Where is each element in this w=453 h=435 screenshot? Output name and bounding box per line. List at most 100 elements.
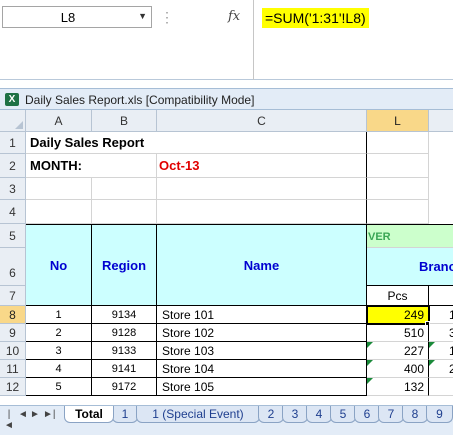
workbook-title-bar: X Daily Sales Report.xls [Compatibility … — [0, 88, 453, 110]
last-sheet-icon[interactable]: ►| — [43, 409, 56, 420]
column-header-l[interactable]: L — [367, 110, 429, 132]
report-title[interactable]: Daily Sales Report — [26, 132, 367, 154]
column-header-c[interactable]: C — [157, 110, 367, 132]
error-indicator-icon — [429, 342, 435, 348]
header-pcs[interactable]: Pcs — [367, 286, 429, 306]
header-partial-ver[interactable]: VER — [367, 224, 453, 248]
spreadsheet-grid[interactable]: A B C L 1 2 3 4 5 6 7 8 9 10 11 12 Daily… — [0, 110, 453, 405]
cell-c4[interactable] — [157, 200, 367, 224]
tab-4[interactable]: 4 — [306, 406, 332, 423]
header-name[interactable]: Name — [157, 224, 367, 306]
tab-1[interactable]: 1 — [112, 406, 138, 423]
row-header-8[interactable]: 8 — [0, 306, 26, 324]
cell-c3[interactable] — [157, 178, 367, 200]
row-header-1[interactable]: 1 — [0, 132, 26, 154]
cell-name[interactable]: Store 105 — [157, 378, 367, 396]
next-sheet-icon[interactable]: ► — [30, 409, 40, 420]
cell-pcs[interactable]: 132 — [367, 378, 429, 396]
cell-name[interactable]: Store 101 — [157, 306, 367, 324]
cell-region[interactable]: 9141 — [92, 360, 157, 378]
cell-pcs-value: 227 — [403, 344, 424, 358]
previous-sheet-icon[interactable]: ◄ — [18, 409, 28, 420]
month-label[interactable]: MONTH: — [26, 154, 157, 178]
row-header-11[interactable]: 11 — [0, 360, 26, 378]
excel-icon: X — [5, 93, 19, 106]
cell-no[interactable]: 5 — [26, 378, 92, 396]
cell-m[interactable] — [429, 378, 453, 396]
cell-region[interactable]: 9134 — [92, 306, 157, 324]
tab-3[interactable]: 3 — [282, 406, 308, 423]
cell-l1[interactable] — [367, 132, 429, 154]
cell-m-value: 2 — [449, 362, 453, 376]
row-header-3[interactable]: 3 — [0, 178, 26, 200]
month-value[interactable]: Oct-13 — [157, 154, 367, 178]
row-header-4[interactable]: 4 — [0, 200, 26, 224]
column-header-b[interactable]: B — [92, 110, 157, 132]
cell-no[interactable]: 2 — [26, 324, 92, 342]
row-header-7[interactable]: 7 — [0, 286, 26, 306]
chevron-down-icon[interactable]: ▼ — [138, 11, 147, 21]
first-sheet-icon[interactable]: |◄ — [4, 409, 14, 431]
tab-6[interactable]: 6 — [354, 406, 380, 423]
tab-7[interactable]: 7 — [378, 406, 404, 423]
workbook-title: Daily Sales Report.xls [Compatibility Mo… — [25, 93, 255, 107]
cell-m7[interactable] — [429, 286, 453, 306]
cell-name[interactable]: Store 104 — [157, 360, 367, 378]
tab-1-special-event[interactable]: 1 (Special Event) — [136, 406, 260, 423]
tab-8[interactable]: 8 — [402, 406, 428, 423]
row-header-12[interactable]: 12 — [0, 378, 26, 396]
formula-bar: L8 ▼ ⋮ fx =SUM('1:31'!L8) — [0, 0, 453, 80]
cell-m[interactable]: 1 — [429, 342, 453, 360]
cell-a4[interactable] — [26, 200, 92, 224]
cell-m[interactable]: 2 — [429, 360, 453, 378]
tab-2[interactable]: 2 — [258, 406, 284, 423]
cell-region[interactable]: 9133 — [92, 342, 157, 360]
select-all-button[interactable] — [0, 110, 26, 132]
column-header-a[interactable]: A — [26, 110, 92, 132]
row-header-10[interactable]: 10 — [0, 342, 26, 360]
cell-pcs-selected[interactable]: 249 — [366, 305, 430, 325]
formula-input[interactable]: =SUM('1:31'!L8) — [262, 8, 369, 28]
sheet-tab-bar: |◄ ◄ ► ►| Total 1 1 (Special Event) 2 3 … — [0, 405, 453, 435]
header-brand[interactable]: Branc — [367, 248, 453, 286]
cell-m-value: 1 — [449, 344, 453, 358]
cell-b4[interactable] — [92, 200, 157, 224]
cell-pcs[interactable]: 400 — [367, 360, 429, 378]
error-indicator-icon — [367, 378, 373, 384]
header-no[interactable]: No — [26, 224, 92, 306]
cell-m[interactable]: 1 — [429, 306, 453, 324]
cell-a3[interactable] — [26, 178, 92, 200]
cell-region[interactable]: 9128 — [92, 324, 157, 342]
cell-l3[interactable] — [367, 178, 429, 200]
tab-5[interactable]: 5 — [330, 406, 356, 423]
row-header-9[interactable]: 9 — [0, 324, 26, 342]
cell-no[interactable]: 1 — [26, 306, 92, 324]
formula-divider — [253, 0, 254, 80]
header-region[interactable]: Region — [92, 224, 157, 306]
error-indicator-icon — [429, 360, 435, 366]
cell-l2[interactable] — [367, 154, 429, 178]
cell-no[interactable]: 4 — [26, 360, 92, 378]
tab-total[interactable]: Total — [64, 406, 114, 423]
cell-pcs[interactable]: 510 — [367, 324, 429, 342]
cell-no[interactable]: 3 — [26, 342, 92, 360]
insert-function-icon[interactable]: fx — [228, 6, 240, 28]
row-header-5[interactable]: 5 — [0, 224, 26, 248]
row-header-6[interactable]: 6 — [0, 248, 26, 286]
cell-l4[interactable] — [367, 200, 429, 224]
cell-name[interactable]: Store 102 — [157, 324, 367, 342]
error-indicator-icon — [367, 360, 373, 366]
cell-pcs-value: 132 — [403, 380, 424, 394]
name-box-value: L8 — [60, 10, 76, 25]
resize-handle-icon[interactable]: ⋮ — [160, 6, 174, 28]
cell-m[interactable]: 3 — [429, 324, 453, 342]
cell-pcs[interactable]: 227 — [367, 342, 429, 360]
row-header-2[interactable]: 2 — [0, 154, 26, 178]
column-header-m[interactable] — [429, 110, 453, 132]
name-box[interactable]: L8 ▼ — [2, 6, 152, 28]
error-indicator-icon — [367, 342, 373, 348]
cell-b3[interactable] — [92, 178, 157, 200]
tab-9[interactable]: 9 — [426, 406, 453, 423]
cell-name[interactable]: Store 103 — [157, 342, 367, 360]
cell-region[interactable]: 9172 — [92, 378, 157, 396]
